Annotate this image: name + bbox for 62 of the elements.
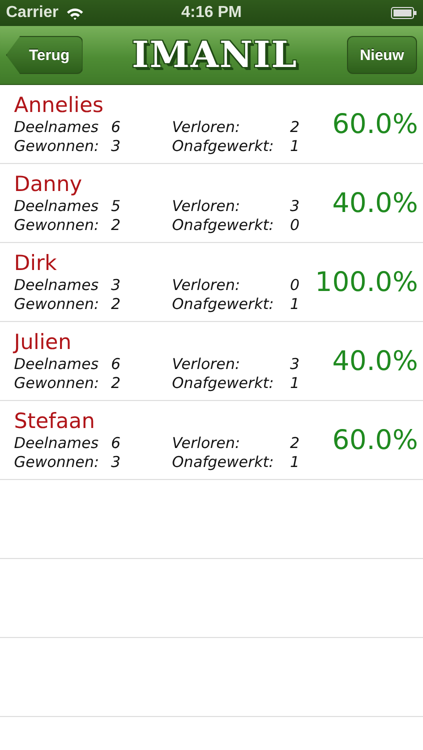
stat-value: 6 <box>111 434 122 453</box>
stat-value: 1 <box>290 137 301 156</box>
stat-label: Gewonnen: <box>14 216 100 235</box>
stat-value: 5 <box>111 197 122 216</box>
stat-value: 2 <box>111 295 122 314</box>
player-row[interactable]: Dirk Deelnames 3 Verloren: 0 Gewonnen: 2 Onafgewerkt: 1 100.0% <box>0 243 423 322</box>
stat-value: 1 <box>290 453 301 472</box>
stat-label: Verloren: <box>172 118 242 137</box>
player-name: Danny <box>14 171 84 197</box>
stat-value: 2 <box>290 434 301 453</box>
win-percentage: 60.0% <box>332 108 418 140</box>
stat-value: 0 <box>290 276 301 295</box>
stat-label: Gewonnen: <box>14 137 100 156</box>
win-percentage: 100.0% <box>315 266 418 298</box>
stat-value: 3 <box>111 453 122 472</box>
stat-value: 1 <box>290 374 301 393</box>
stat-value: 3 <box>111 137 122 156</box>
stat-label: Verloren: <box>172 197 242 216</box>
player-row[interactable]: Danny Deelnames 5 Verloren: 3 Gewonnen: 2 Onafgewerkt: 0 40.0% <box>0 164 423 243</box>
stat-value: 2 <box>290 118 301 137</box>
stat-value: 0 <box>290 216 301 235</box>
stat-label: Deelnames <box>14 118 100 137</box>
app-logo: IMANIL <box>132 34 298 76</box>
player-row[interactable]: Annelies Deelnames 6 Verloren: 2 Gewonnen: 3 Onafgewerkt: 1 60.0% <box>0 85 423 164</box>
stat-label: Verloren: <box>172 434 242 453</box>
stat-value: 3 <box>290 355 301 374</box>
player-row[interactable]: Julien Deelnames 6 Verloren: 3 Gewonnen: 2 Onafgewerkt: 1 40.0% <box>0 322 423 401</box>
stat-label: Gewonnen: <box>14 374 100 393</box>
stat-value: 6 <box>111 355 122 374</box>
stat-value: 2 <box>111 216 122 235</box>
stat-label: Onafgewerkt: <box>172 374 275 393</box>
stat-value: 1 <box>290 295 301 314</box>
player-row[interactable]: Stefaan Deelnames 6 Verloren: 2 Gewonnen: 3 Onafgewerkt: 1 60.0% <box>0 401 423 480</box>
stat-value: 3 <box>111 276 122 295</box>
stat-value: 6 <box>111 118 122 137</box>
stat-label: Onafgewerkt: <box>172 137 275 156</box>
player-name: Annelies <box>14 92 104 118</box>
player-name: Julien <box>14 329 72 355</box>
back-button[interactable]: Terug <box>6 36 83 74</box>
stat-label: Deelnames <box>14 197 100 216</box>
stat-label: Deelnames <box>14 276 100 295</box>
stat-value: 2 <box>111 374 122 393</box>
stat-label: Onafgewerkt: <box>172 295 275 314</box>
player-name: Dirk <box>14 250 58 276</box>
stat-label: Gewonnen: <box>14 295 100 314</box>
win-percentage: 40.0% <box>332 188 418 218</box>
stat-label: Onafgewerkt: <box>172 216 275 235</box>
stat-label: Deelnames <box>14 434 100 453</box>
wifi-icon <box>66 6 84 20</box>
stat-label: Gewonnen: <box>14 453 100 472</box>
win-percentage: 60.0% <box>332 424 418 456</box>
stat-label: Onafgewerkt: <box>172 453 275 472</box>
win-percentage: 40.0% <box>332 346 418 376</box>
stat-label: Verloren: <box>172 276 242 295</box>
carrier-label: Carrier <box>6 4 58 22</box>
player-name: Stefaan <box>14 408 96 434</box>
stat-value: 3 <box>290 197 301 216</box>
stat-label: Deelnames <box>14 355 100 374</box>
stat-label: Verloren: <box>172 355 242 374</box>
battery-icon <box>391 7 417 19</box>
new-button[interactable]: Nieuw <box>346 36 417 74</box>
clock-time: 4:16 PM <box>181 4 242 22</box>
